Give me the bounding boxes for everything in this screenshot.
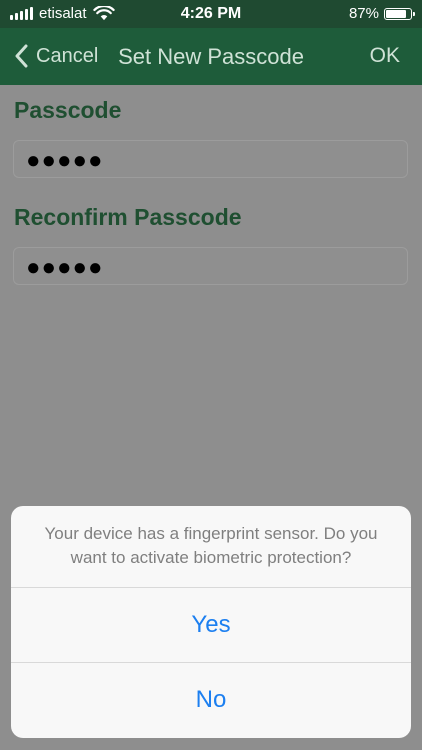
- navigation-bar: Cancel Set New Passcode OK: [0, 28, 422, 85]
- battery-icon: [384, 7, 415, 20]
- biometric-action-sheet: Your device has a fingerprint sensor. Do…: [11, 506, 411, 738]
- passcode-label: Passcode: [14, 97, 122, 123]
- no-button[interactable]: No: [11, 663, 411, 737]
- action-sheet-message: Your device has a fingerprint sensor. Do…: [44, 524, 378, 567]
- battery-percent: 87%: [348, 5, 379, 22]
- battery-tip: [413, 11, 415, 16]
- passcode-field[interactable]: ●●●●●: [13, 140, 408, 178]
- ok-button[interactable]: OK: [370, 44, 400, 68]
- yes-button[interactable]: Yes: [11, 588, 411, 662]
- reconfirm-passcode-label: Reconfirm Passcode: [14, 204, 242, 230]
- passcode-value: ●●●●●: [26, 147, 104, 174]
- battery-level: [386, 9, 406, 18]
- status-bar: etisalat 4:26 PM 87%: [0, 0, 422, 28]
- reconfirm-passcode-value: ●●●●●: [26, 254, 104, 281]
- status-right: 87%: [348, 5, 415, 22]
- page-title: Set New Passcode: [118, 44, 304, 69]
- reconfirm-passcode-field[interactable]: ●●●●●: [13, 247, 408, 285]
